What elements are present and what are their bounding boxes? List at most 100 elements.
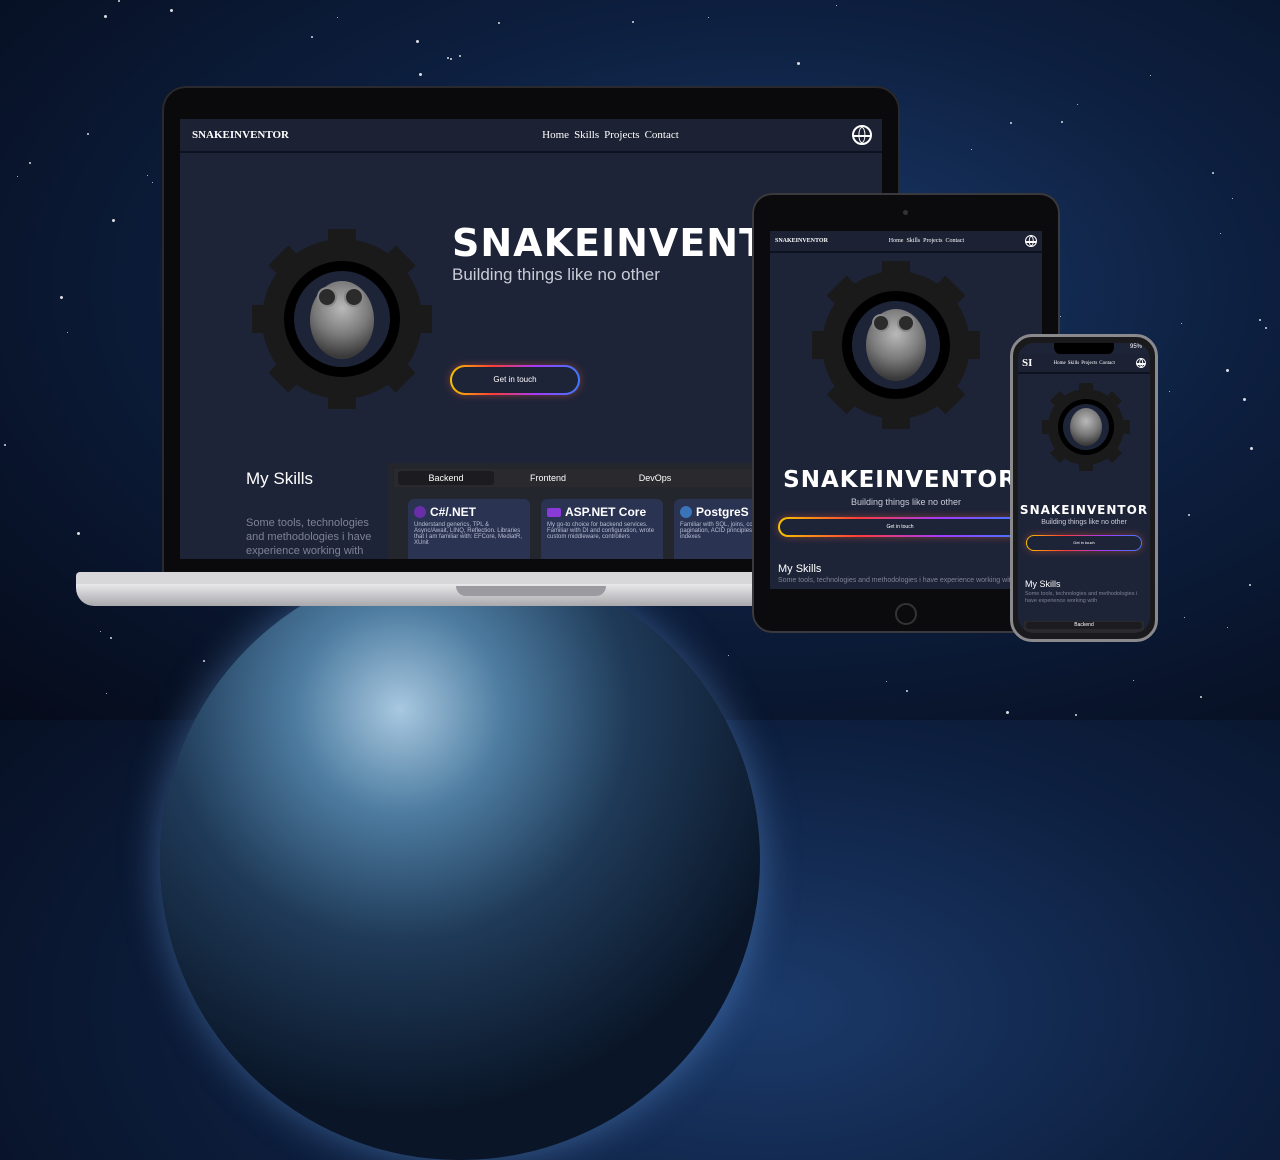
star bbox=[708, 17, 709, 18]
star bbox=[1006, 711, 1009, 714]
star bbox=[29, 162, 31, 164]
brand-logo[interactable]: SI bbox=[1022, 357, 1032, 369]
navbar: SNAKEINVENTOR Home Skills Projects Conta… bbox=[180, 119, 882, 153]
phone-frame: 95% SI Home Skills Projects Contact SNAK… bbox=[1010, 334, 1158, 642]
star bbox=[1150, 75, 1151, 76]
star bbox=[1259, 319, 1261, 321]
star bbox=[100, 631, 101, 632]
tablet-screen: SNAKEINVENTOR Home Skills Projects Conta… bbox=[770, 231, 1042, 589]
nav-skills[interactable]: Skills bbox=[574, 129, 599, 141]
get-in-touch-button[interactable]: Get in touch bbox=[778, 517, 1022, 537]
star bbox=[906, 690, 908, 692]
star bbox=[632, 21, 634, 23]
hero-subtitle: Building things like no other bbox=[1041, 519, 1127, 526]
nav-links: Home Skills Projects Contact bbox=[889, 238, 964, 244]
nav-contact[interactable]: Contact bbox=[1099, 361, 1115, 366]
star bbox=[1265, 327, 1267, 329]
hero-title: SNAKEINVENT bbox=[452, 221, 767, 265]
skill-card: ASP.NET Core My go-to choice for backend… bbox=[541, 499, 663, 559]
navbar: SI Home Skills Projects Contact bbox=[1018, 354, 1150, 374]
nav-skills[interactable]: Skills bbox=[906, 238, 920, 244]
nav-links: Home Skills Projects Contact bbox=[542, 129, 679, 141]
skill-card-desc: My go-to choice for backend services. Fa… bbox=[547, 522, 655, 540]
skills-title: My Skills bbox=[246, 469, 314, 488]
skills-title: My Skills bbox=[778, 563, 822, 575]
postgres-icon bbox=[680, 506, 692, 518]
gear-logo-image bbox=[252, 229, 432, 409]
nav-projects[interactable]: Projects bbox=[1081, 361, 1097, 366]
get-in-touch-button[interactable]: Get in touch bbox=[450, 365, 580, 395]
star bbox=[450, 58, 452, 60]
star bbox=[1075, 714, 1077, 716]
star bbox=[112, 219, 115, 222]
nav-contact[interactable]: Contact bbox=[945, 238, 964, 244]
star bbox=[1243, 398, 1246, 401]
star bbox=[1200, 696, 1202, 698]
laptop-notch bbox=[456, 586, 606, 596]
star bbox=[1188, 514, 1190, 516]
nav-home[interactable]: Home bbox=[889, 238, 904, 244]
star bbox=[447, 57, 449, 59]
star bbox=[1220, 233, 1221, 234]
skill-card-title: C#/.NET bbox=[430, 505, 477, 519]
star bbox=[110, 637, 112, 639]
star bbox=[152, 182, 153, 183]
planet-image bbox=[160, 560, 760, 1160]
star bbox=[1226, 369, 1229, 372]
star bbox=[4, 444, 6, 446]
star bbox=[836, 5, 837, 6]
star bbox=[170, 9, 173, 12]
star bbox=[728, 655, 729, 656]
nav-projects[interactable]: Projects bbox=[923, 238, 942, 244]
nav-contact[interactable]: Contact bbox=[645, 129, 679, 141]
tablet-home-button[interactable] bbox=[895, 603, 917, 625]
star bbox=[87, 133, 89, 135]
nav-links: Home Skills Projects Contact bbox=[1054, 361, 1115, 366]
tab-frontend[interactable]: Frontend bbox=[494, 473, 602, 483]
aspnet-icon bbox=[547, 507, 561, 517]
star bbox=[498, 22, 500, 24]
star bbox=[1010, 122, 1012, 124]
skill-card-title: ASP.NET Core bbox=[565, 505, 647, 519]
nav-projects[interactable]: Projects bbox=[604, 129, 639, 141]
star bbox=[1249, 584, 1251, 586]
tab-backend[interactable]: Backend bbox=[1026, 622, 1142, 629]
navbar: SNAKEINVENTOR Home Skills Projects Conta… bbox=[770, 231, 1042, 253]
brand-logo[interactable]: SNAKEINVENTOR bbox=[192, 129, 289, 141]
csharp-icon bbox=[414, 506, 426, 518]
nav-home[interactable]: Home bbox=[542, 129, 569, 141]
star bbox=[416, 40, 419, 43]
phone-screen: 95% SI Home Skills Projects Contact SNAK… bbox=[1018, 343, 1150, 633]
skill-card-desc: Understand generics, TPL & Async/Await, … bbox=[414, 522, 523, 546]
skill-card: C#/.NET Understand generics, TPL & Async… bbox=[408, 499, 530, 559]
get-in-touch-button[interactable]: Get in touch bbox=[1026, 535, 1142, 551]
hero-title: SNAKEINVENTOR bbox=[1019, 503, 1149, 517]
globe-icon[interactable] bbox=[1025, 235, 1037, 247]
star bbox=[104, 15, 107, 18]
skills-tabs: Backend bbox=[1024, 621, 1144, 633]
brand-logo[interactable]: SNAKEINVENTOR bbox=[775, 238, 828, 244]
star bbox=[1232, 198, 1233, 199]
skills-description: Some tools, technologies and methodologi… bbox=[1025, 591, 1138, 604]
gear-logo-image bbox=[812, 261, 980, 429]
hero-subtitle: Building things like no other bbox=[452, 265, 660, 284]
globe-icon[interactable] bbox=[1136, 358, 1146, 368]
skills-description: Some tools, technologies and methodologi… bbox=[246, 517, 372, 557]
star bbox=[203, 660, 205, 662]
snake-mascot-image bbox=[1070, 408, 1102, 446]
tab-backend[interactable]: Backend bbox=[398, 471, 494, 485]
star bbox=[1169, 391, 1170, 392]
star bbox=[106, 693, 107, 694]
star bbox=[1061, 121, 1063, 123]
nav-home[interactable]: Home bbox=[1054, 361, 1066, 366]
hero-subtitle: Building things like no other bbox=[850, 497, 962, 507]
star bbox=[1212, 172, 1214, 174]
star bbox=[1060, 316, 1061, 317]
star bbox=[797, 62, 800, 65]
tab-devops[interactable]: DevOps bbox=[602, 473, 708, 483]
star bbox=[971, 149, 972, 150]
star bbox=[77, 532, 80, 535]
nav-skills[interactable]: Skills bbox=[1068, 361, 1079, 366]
star bbox=[1227, 627, 1228, 628]
globe-icon[interactable] bbox=[851, 125, 872, 145]
